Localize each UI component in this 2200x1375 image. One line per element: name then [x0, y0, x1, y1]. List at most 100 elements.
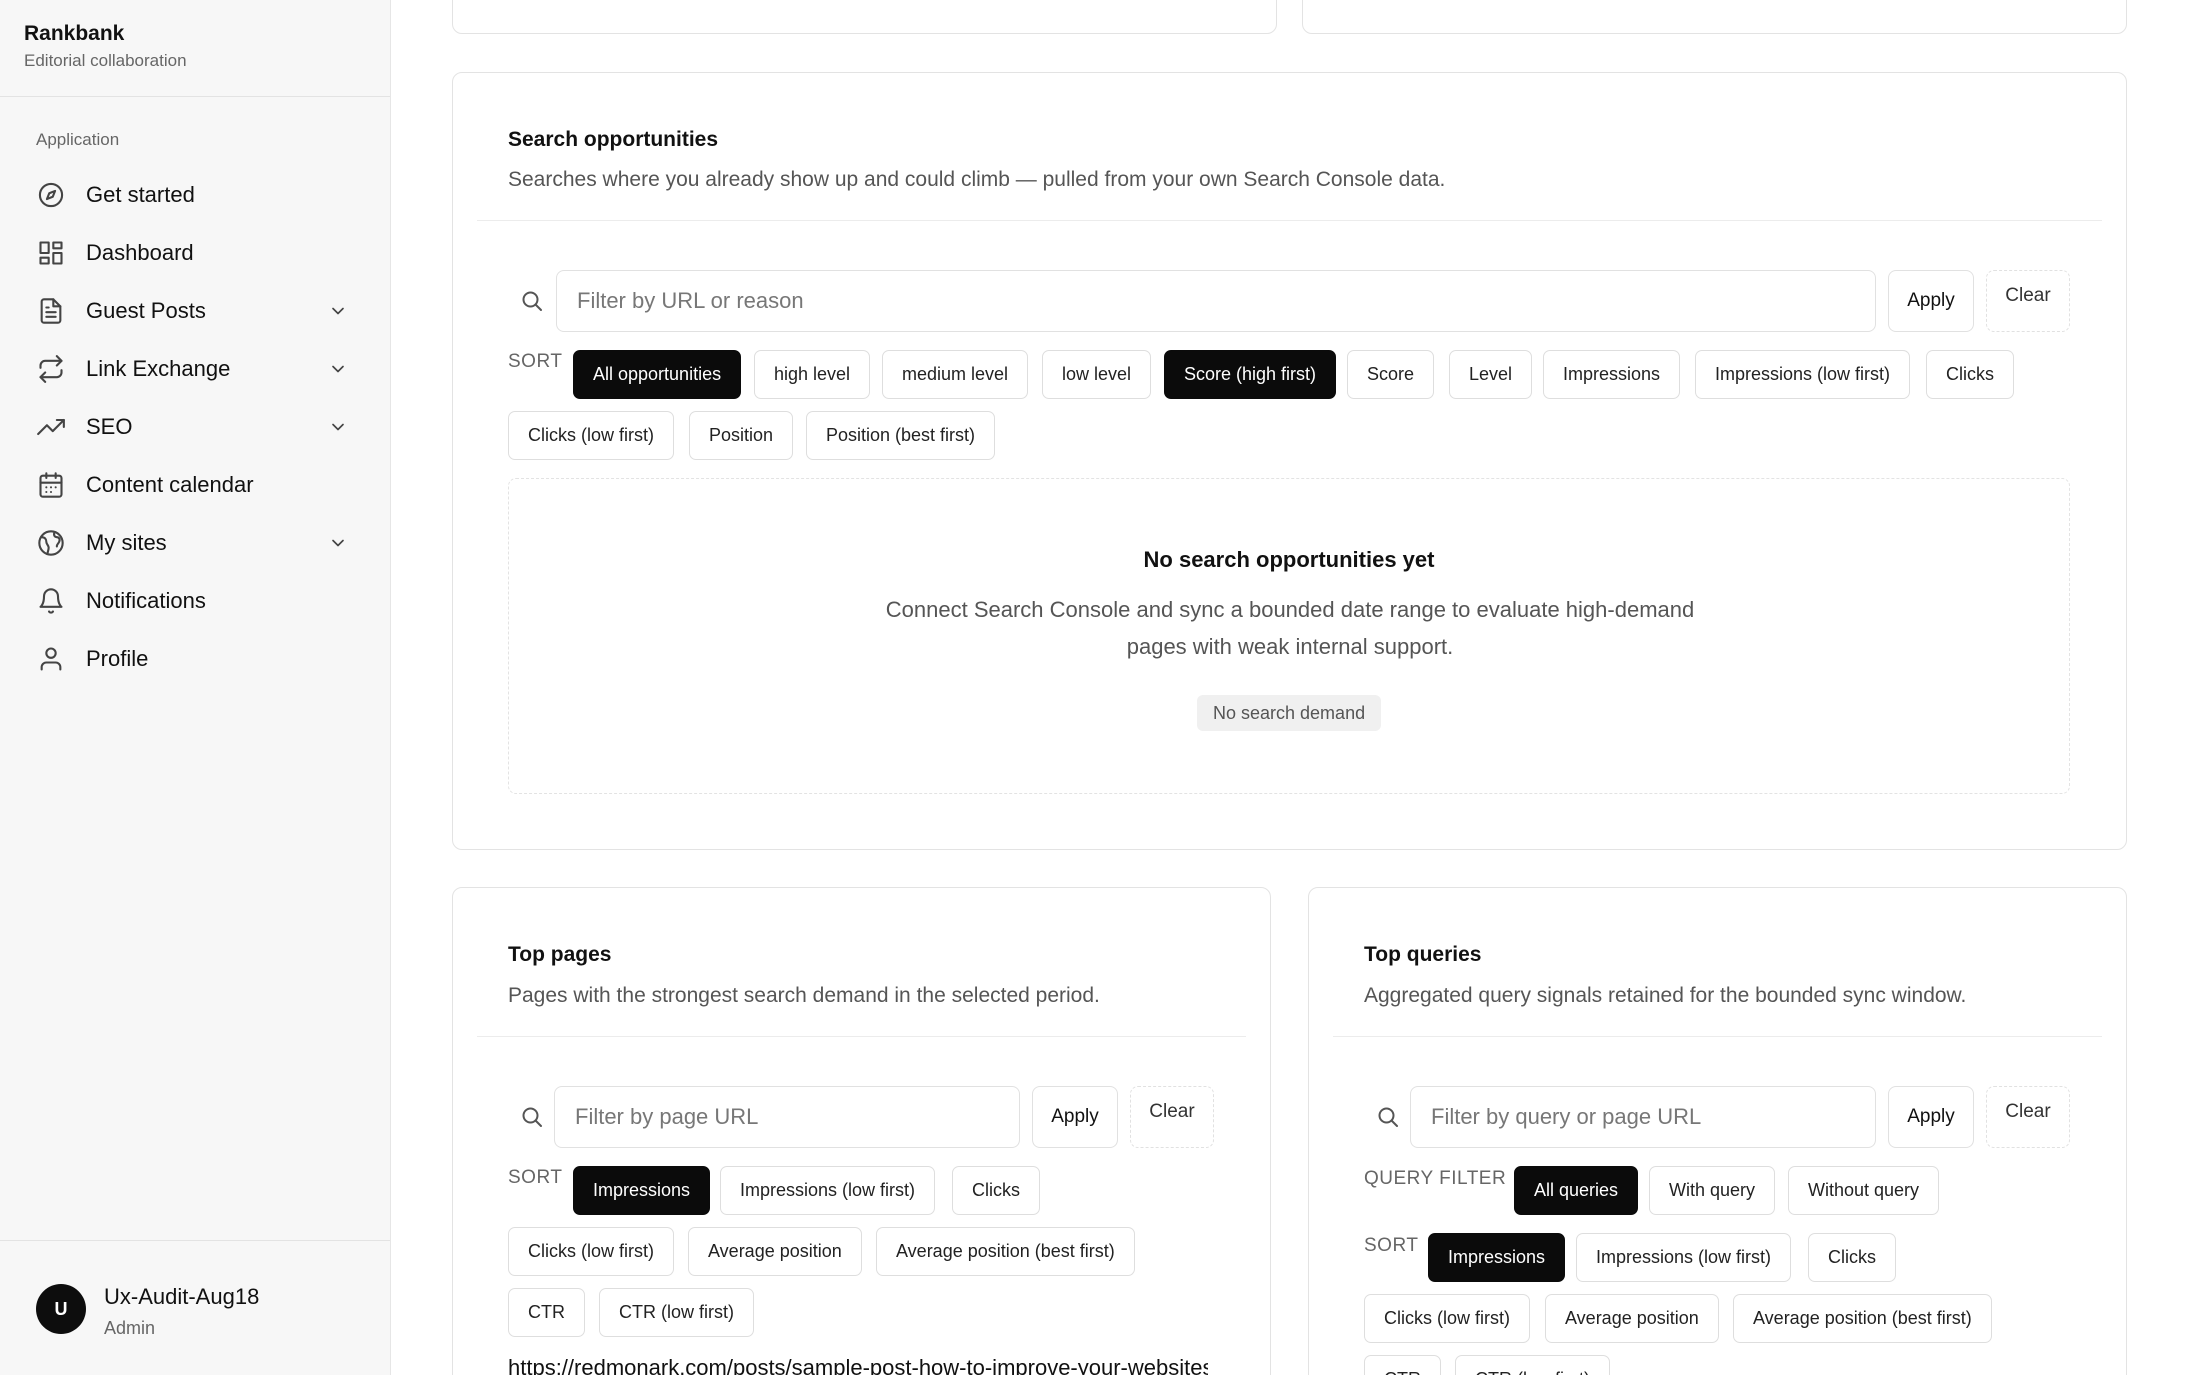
top-pages-description: Pages with the strongest search demand i…: [508, 984, 1100, 1007]
top-queries-title: Top queries: [1364, 943, 1482, 966]
sidebar-item-dashboard[interactable]: Dashboard: [24, 224, 364, 282]
empty-state-title: No search opportunities yet: [1143, 547, 1435, 572]
sidebar-item-notifications[interactable]: Notifications: [24, 572, 364, 630]
queries-filter-input[interactable]: [1410, 1086, 1876, 1148]
sidebar-item-label: Notifications: [86, 588, 206, 613]
queries-chip-ctr[interactable]: CTR: [1364, 1355, 1441, 1375]
pages-chip-clicks[interactable]: Clicks: [952, 1166, 1040, 1215]
opportunities-chip-medium-level[interactable]: medium level: [882, 350, 1029, 399]
opportunities-apply-button[interactable]: Apply: [1888, 270, 1974, 332]
queries-chip-impressions[interactable]: Impressions: [1428, 1233, 1566, 1282]
opportunities-chip-clicks[interactable]: Clicks: [1926, 350, 2014, 399]
user-role: Admin: [104, 1318, 156, 1338]
sidebar-item-label: Link Exchange: [86, 356, 231, 381]
pages-chip-impressions[interactable]: Impressions: [573, 1166, 711, 1215]
sidebar-section-label: Application: [36, 130, 120, 149]
top-queries-description: Aggregated query signals retained for th…: [1364, 984, 1967, 1007]
brand-name: Rankbank: [24, 22, 125, 45]
repeat-icon: [36, 354, 66, 384]
query-filter-chip-without-query[interactable]: Without query: [1788, 1166, 1940, 1215]
chevron-down-icon[interactable]: [328, 417, 348, 437]
trending-up-icon: [36, 412, 66, 442]
query-filter-label: QUERY FILTER: [1364, 1168, 1507, 1189]
top-card-right: [1302, 0, 2127, 34]
sidebar-item-get-started[interactable]: Get started: [24, 166, 364, 224]
sidebar-nav: Get started Dashboard Guest Posts Link Exch…: [24, 166, 364, 688]
pages-chip-average-position[interactable]: Average position: [688, 1227, 862, 1276]
opportunities-chip-score[interactable]: Score: [1347, 350, 1435, 399]
pages-chip-clicks-low-first[interactable]: Clicks (low first): [508, 1227, 674, 1276]
divider: [1333, 1036, 2102, 1037]
opportunities-empty-state: No search opportunities yet Connect Sear…: [508, 478, 2070, 794]
user-name: Ux-Audit-Aug18: [104, 1284, 260, 1309]
search-opportunities-description: Searches where you already show up and c…: [508, 168, 1446, 191]
search-icon: [1376, 1105, 1400, 1129]
bell-icon: [36, 586, 66, 616]
opportunities-chip-low-level[interactable]: low level: [1042, 350, 1152, 399]
query-filter-chip-with-query[interactable]: With query: [1649, 1166, 1776, 1215]
query-filter-chip-all-queries[interactable]: All queries: [1514, 1166, 1639, 1215]
divider: [477, 1036, 1246, 1037]
queries-apply-button[interactable]: Apply: [1888, 1086, 1974, 1148]
sidebar-item-my-sites[interactable]: My sites: [24, 514, 364, 572]
opportunities-chip-impressions-low-first[interactable]: Impressions (low first): [1695, 350, 1911, 399]
opportunities-chip-impressions[interactable]: Impressions: [1543, 350, 1681, 399]
status-badge: No search demand: [1197, 695, 1382, 731]
search-icon: [520, 1105, 544, 1129]
queries-sort-label: SORT: [1364, 1235, 1419, 1256]
opportunities-filter-input[interactable]: [556, 270, 1876, 332]
sidebar-item-seo[interactable]: SEO: [24, 398, 364, 456]
divider: [477, 220, 2102, 221]
sidebar-item-label: My sites: [86, 530, 167, 555]
pages-filter-input[interactable]: [554, 1086, 1020, 1148]
sidebar-item-profile[interactable]: Profile: [24, 630, 364, 688]
brand: Rankbank Editorial collaboration: [0, 0, 390, 97]
queries-chip-clicks[interactable]: Clicks: [1808, 1233, 1896, 1282]
sidebar-item-guest-posts[interactable]: Guest Posts: [24, 282, 364, 340]
chevron-down-icon[interactable]: [328, 301, 348, 321]
queries-chip-clicks-low-first[interactable]: Clicks (low first): [1364, 1294, 1530, 1343]
pages-sort-label: SORT: [508, 1167, 563, 1188]
user-menu[interactable]: U Ux-Audit-Aug18 Admin: [0, 1240, 390, 1375]
empty-state-description: Connect Search Console and sync a bounde…: [885, 597, 1695, 659]
queries-chip-ctr-low-first[interactable]: CTR (low first): [1455, 1355, 1610, 1375]
sidebar-item-content-calendar[interactable]: Content calendar: [24, 456, 364, 514]
document-icon: [36, 296, 66, 326]
sidebar-item-label: Profile: [86, 646, 149, 671]
top-pages-title: Top pages: [508, 943, 612, 966]
sidebar-item-label: Guest Posts: [86, 298, 206, 323]
opportunities-chip-score-high-first[interactable]: Score (high first): [1164, 350, 1337, 399]
sidebar-item-label: Get started: [86, 182, 195, 207]
search-icon: [520, 289, 544, 313]
globe-icon: [36, 528, 66, 558]
grid-icon: [36, 238, 66, 268]
brand-subtitle: Editorial collaboration: [24, 51, 187, 70]
chevron-down-icon[interactable]: [328, 359, 348, 379]
sidebar-item-link-exchange[interactable]: Link Exchange: [24, 340, 364, 398]
pages-chip-impressions-low-first[interactable]: Impressions (low first): [720, 1166, 936, 1215]
queries-clear-button[interactable]: Clear: [1986, 1086, 2070, 1148]
opportunities-chip-high-level[interactable]: high level: [754, 350, 871, 399]
opportunities-chip-position-best-first[interactable]: Position (best first): [806, 411, 996, 460]
opportunities-chip-all-opportunities[interactable]: All opportunities: [573, 350, 742, 399]
opportunities-chip-clicks-low-first[interactable]: Clicks (low first): [508, 411, 674, 460]
chevron-down-icon[interactable]: [328, 533, 348, 553]
queries-chip-average-position[interactable]: Average position: [1545, 1294, 1719, 1343]
pages-clear-button[interactable]: Clear: [1130, 1086, 1214, 1148]
opportunities-sort-label: SORT: [508, 351, 563, 372]
opportunities-chip-level[interactable]: Level: [1449, 350, 1533, 399]
sidebar: Rankbank Editorial collaboration Applica…: [0, 0, 391, 1375]
queries-chip-average-position-best-first[interactable]: Average position (best first): [1733, 1294, 1992, 1343]
search-opportunities-title: Search opportunities: [508, 128, 719, 151]
calendar-icon: [36, 470, 66, 500]
avatar: U: [36, 1284, 86, 1334]
pages-chip-average-position-best-first[interactable]: Average position (best first): [876, 1227, 1135, 1276]
compass-icon: [36, 180, 66, 210]
pages-chip-ctr-low-first[interactable]: CTR (low first): [599, 1288, 754, 1337]
opportunities-clear-button[interactable]: Clear: [1986, 270, 2070, 332]
page-url-link[interactable]: https://redmonark.com/posts/sample-post-…: [508, 1355, 1208, 1375]
queries-chip-impressions-low-first[interactable]: Impressions (low first): [1576, 1233, 1792, 1282]
pages-chip-ctr[interactable]: CTR: [508, 1288, 585, 1337]
opportunities-chip-position[interactable]: Position: [689, 411, 794, 460]
pages-apply-button[interactable]: Apply: [1032, 1086, 1118, 1148]
